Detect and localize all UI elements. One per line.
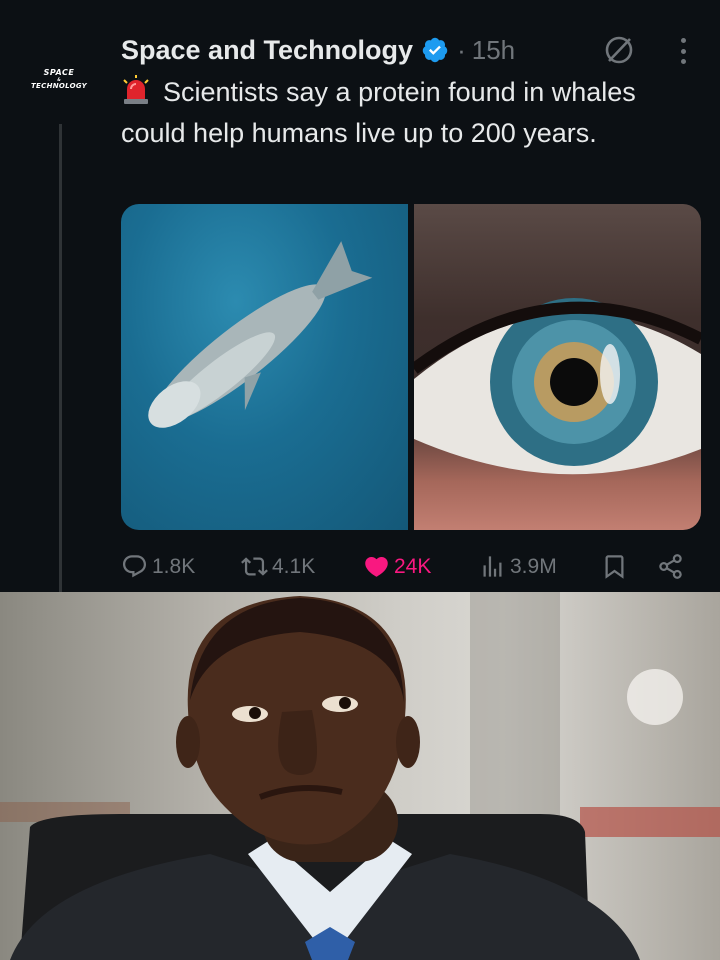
media-grid[interactable] [121,204,701,530]
tweet-card: SPACE & TECHNOLOGY Space and Technology … [0,0,720,592]
avatar[interactable]: SPACE & TECHNOLOGY [18,48,100,110]
avatar-text-1: SPACE [43,68,75,77]
views-count: 3.9M [510,554,557,578]
post-text: Scientists say a protein found in whales… [121,77,636,148]
thread-line [59,124,62,592]
reply-icon [122,555,147,578]
siren-emoji [123,75,149,104]
like-count: 24K [394,554,432,578]
author-name[interactable]: Space and Technology [121,35,413,66]
verified-badge-icon [422,37,448,63]
whale-illustration [148,241,373,428]
bookmark-icon [605,555,624,579]
like-button[interactable]: 24K [363,553,431,580]
portrait-illustration [0,592,720,960]
more-icon[interactable] [668,36,698,66]
share-button[interactable] [657,553,688,580]
grok-icon[interactable] [603,34,635,66]
repost-button[interactable]: 4.1K [241,553,315,580]
eye-illustration [410,298,701,475]
post-header: Space and Technology · 15h [121,32,515,68]
views-icon [483,556,502,577]
repost-count: 4.1K [272,554,316,578]
post-timestamp[interactable]: 15h [472,35,515,66]
reply-button[interactable]: 1.8K [121,553,195,580]
repost-icon [241,557,268,576]
man-portrait-photo [0,592,720,960]
eye-closeup-photo[interactable] [410,204,701,530]
avatar-text-3: TECHNOLOGY [30,82,88,90]
views-button[interactable]: 3.9M [479,553,557,580]
action-bar: 1.8K 4.1K 24K 3.9M [121,553,701,585]
whale-photo[interactable] [121,204,408,530]
separator-dot: · [457,34,466,65]
reply-count: 1.8K [152,554,196,578]
share-icon [659,554,682,579]
heart-icon [365,556,388,577]
bookmark-button[interactable] [601,553,632,580]
post-text-block: Scientists say a protein found in whales… [121,72,706,154]
